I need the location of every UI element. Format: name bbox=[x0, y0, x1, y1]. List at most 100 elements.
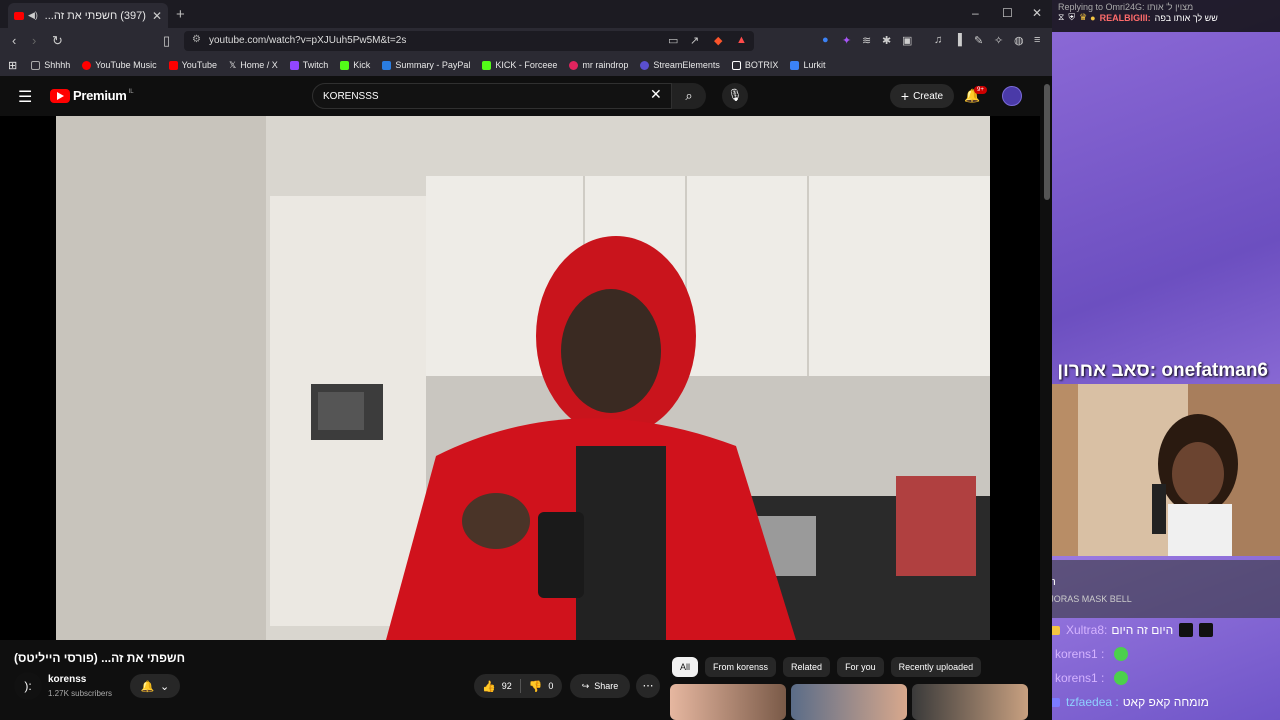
bookmark-paypal[interactable]: Summary - PayPal bbox=[382, 60, 470, 70]
bookmarks-bar: ⊞ Shhhh YouTube Music YouTube 𝕏 Home / X … bbox=[0, 54, 1052, 76]
bookmark-kick[interactable]: Kick bbox=[340, 60, 370, 70]
new-tab-button[interactable]: + bbox=[176, 6, 185, 23]
share-icon: ↪ bbox=[581, 680, 590, 691]
chat-top-message: ⧖ ⛨ ♛ ● REALBIGIII: שש לך אותו בפה bbox=[1058, 12, 1218, 23]
chip-all[interactable]: All bbox=[672, 657, 699, 677]
botrix-icon bbox=[731, 60, 741, 70]
extension-2-icon[interactable]: ✦ bbox=[842, 34, 851, 47]
settings-icon[interactable]: ✧ bbox=[994, 34, 1003, 47]
highlight-reward: 🔔 MAJORAS MASK BELL bbox=[1052, 594, 1132, 604]
user-badges bbox=[1052, 625, 1062, 635]
reader-icon[interactable]: ▣ bbox=[902, 34, 912, 47]
create-button[interactable]: + Create bbox=[890, 84, 954, 108]
vpn-icon[interactable]: ◍ bbox=[1014, 34, 1024, 47]
hamburger-menu-icon[interactable]: ☰ bbox=[18, 87, 32, 107]
tab-close-icon[interactable]: ✕ bbox=[152, 9, 162, 23]
voice-search-button[interactable]: 🎙 bbox=[722, 83, 748, 109]
youtube-music-icon bbox=[82, 60, 92, 70]
channel-avatar[interactable]: ): bbox=[14, 672, 42, 700]
shield-icon: ⛨ bbox=[1068, 12, 1076, 22]
chip-for-you[interactable]: For you bbox=[837, 657, 884, 677]
browser-window: ◀) (397) חשפתי את זה... (פורסי ✕ + – ☐ ✕… bbox=[0, 0, 1052, 720]
youtube-icon bbox=[168, 60, 178, 70]
chip-related[interactable]: Related bbox=[783, 657, 831, 677]
extension-3-icon[interactable]: ≋ bbox=[862, 34, 871, 47]
video-thumbnail[interactable] bbox=[912, 684, 1028, 720]
channel-name[interactable]: korenss bbox=[48, 674, 86, 685]
share-page-icon[interactable]: ↗ bbox=[690, 34, 699, 47]
chip-from-channel[interactable]: From korenss bbox=[705, 657, 777, 677]
clear-search-icon[interactable]: ✕ bbox=[650, 86, 662, 103]
video-scene-image bbox=[56, 116, 990, 640]
bookmark-kick-forceee[interactable]: KICK - Forceee bbox=[482, 60, 557, 70]
video-thumbnail[interactable] bbox=[791, 684, 907, 720]
speaker-icon[interactable]: ◀) bbox=[28, 10, 38, 21]
page-scrollbar[interactable] bbox=[1044, 84, 1050, 200]
share-button[interactable]: ↪ Share bbox=[570, 674, 630, 698]
brave-rewards-icon[interactable]: ▲ bbox=[736, 34, 747, 46]
search-icon: ⌕ bbox=[685, 88, 693, 103]
kick-icon bbox=[482, 60, 492, 70]
webcam-image bbox=[1052, 384, 1280, 556]
bookmark-youtube-music[interactable]: YouTube Music bbox=[82, 60, 157, 70]
twitch-icon bbox=[289, 60, 299, 70]
dislike-button[interactable]: 👎 0 bbox=[529, 680, 554, 693]
tier-badge-icon: ● bbox=[1090, 12, 1096, 23]
subscription-bell-button[interactable]: 🔔 ⌄ bbox=[130, 674, 180, 698]
back-arrow-icon[interactable]: ‹ bbox=[12, 33, 16, 48]
brave-shield-icon[interactable]: ◆ bbox=[714, 34, 722, 47]
extension-icon[interactable]: ● bbox=[822, 34, 829, 46]
chat-message: korens1 : bbox=[1052, 666, 1280, 690]
puzzle-icon[interactable]: ✱ bbox=[882, 34, 891, 47]
screen: ◀) (397) חשפתי את זה... (פורסי ✕ + – ☐ ✕… bbox=[0, 0, 1280, 720]
video-frame[interactable] bbox=[56, 116, 990, 640]
kick-icon bbox=[340, 60, 350, 70]
bookmark-botrix[interactable]: BOTRIX bbox=[731, 60, 778, 70]
bookmark-home-x[interactable]: 𝕏 Home / X bbox=[229, 60, 278, 71]
reload-icon[interactable]: ↻ bbox=[52, 33, 63, 49]
close-window-button[interactable]: ✕ bbox=[1032, 6, 1042, 20]
bookmark-twitch[interactable]: Twitch bbox=[289, 60, 328, 70]
chat-message: korens1 : bbox=[1052, 642, 1280, 666]
like-button[interactable]: 👍 92 bbox=[482, 680, 512, 693]
crown-icon: ♛ bbox=[1079, 12, 1088, 22]
bookmark-icon[interactable]: ▯ bbox=[163, 33, 170, 49]
bookmark-streamelements[interactable]: StreamElements bbox=[640, 60, 720, 70]
apps-icon[interactable]: ⊞ bbox=[8, 59, 17, 72]
video-player[interactable] bbox=[0, 116, 1040, 640]
chat-reply-bar: Replying to Omri24G: מצוין ל' אותו ⧖ ⛨ ♛… bbox=[1052, 0, 1280, 32]
bookmark-youtube[interactable]: YouTube bbox=[168, 60, 217, 70]
folder-icon bbox=[31, 60, 41, 70]
youtube-premium-logo[interactable]: Premium IL bbox=[50, 88, 134, 103]
search-button[interactable]: ⌕ bbox=[672, 83, 706, 109]
video-thumbnail[interactable] bbox=[670, 684, 786, 720]
account-avatar[interactable] bbox=[1002, 86, 1022, 106]
maximize-button[interactable]: ☐ bbox=[1002, 6, 1013, 20]
bookmark-mr-raindrop[interactable]: mr raindrop bbox=[569, 60, 628, 70]
edit-icon[interactable]: ✎ bbox=[974, 34, 983, 47]
browser-tab-active[interactable]: ◀) (397) חשפתי את זה... (פורסי ✕ bbox=[8, 3, 168, 28]
site-info-icon[interactable]: ⚙ bbox=[192, 34, 201, 45]
chip-recently-uploaded[interactable]: Recently uploaded bbox=[890, 657, 982, 677]
webcam-feed bbox=[1052, 384, 1280, 556]
youtube-play-icon bbox=[50, 88, 70, 103]
bookmark-shhhh[interactable]: Shhhh bbox=[31, 60, 70, 70]
x-logo-icon: 𝕏 bbox=[229, 59, 237, 70]
bookmark-lurkit[interactable]: Lurkit bbox=[790, 60, 825, 70]
chevron-down-icon: ⌄ bbox=[160, 680, 170, 693]
more-actions-button[interactable]: ⋯ bbox=[636, 674, 660, 698]
cast-icon[interactable]: ▭ bbox=[668, 34, 678, 47]
minimize-button[interactable]: – bbox=[972, 6, 979, 20]
recommendation-chips: All From korenss Related For you Recentl… bbox=[672, 657, 988, 677]
more-icon: ⋯ bbox=[642, 680, 654, 692]
search-input[interactable]: KORENSSS bbox=[312, 83, 672, 109]
sidebar-icon[interactable]: ▐ bbox=[954, 34, 962, 46]
tab-title: (397) חשפתי את זה... (פורסי bbox=[42, 9, 146, 22]
green-emote-icon bbox=[1114, 671, 1129, 685]
browser-menu-icon[interactable]: ≡ bbox=[1034, 34, 1040, 46]
navigation-bar: ‹ › ↻ ▯ ⚙ youtube.com/watch?v=pXJUuh5Pw5… bbox=[0, 28, 1052, 54]
forward-arrow-icon[interactable]: › bbox=[32, 33, 36, 48]
gem-badge-icon bbox=[1052, 697, 1060, 707]
reply-context: Replying to Omri24G: מצוין ל' אותו bbox=[1058, 2, 1194, 12]
media-icon[interactable]: ♫ bbox=[934, 34, 942, 46]
